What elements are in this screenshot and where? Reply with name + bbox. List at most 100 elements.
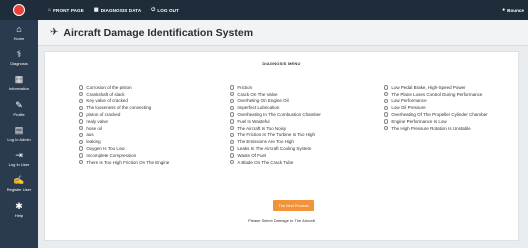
option-label: Fuel Is Wasteful [237,118,270,124]
damage-option[interactable]: Crankshaft of slack [79,91,169,98]
option-label: piston of cracked [86,112,121,118]
damage-option[interactable]: Low Performance [384,98,488,105]
damage-option[interactable]: Engine Performance Is Low [384,118,488,125]
option-radio[interactable] [79,105,84,110]
option-radio[interactable] [230,92,235,97]
damage-option[interactable]: Key valve of cracked [79,98,169,105]
option-label: Low Pedal Brake, High-Speed Power [391,84,466,90]
sidebar-item-register-user[interactable]: ✍ Register User [0,172,38,197]
damage-option[interactable]: aus [79,132,169,139]
damage-option[interactable]: The High Pressure Rotation Is Unstable [384,125,488,132]
option-radio[interactable] [384,92,389,97]
option-radio[interactable] [230,159,235,165]
sidebar-item-help[interactable]: ✱ Help [0,197,38,222]
option-radio[interactable] [230,98,235,104]
option-radio[interactable] [79,125,84,131]
option-label: The Friction In The Turbine Is Too High [237,132,316,138]
damage-option[interactable]: Corrosion of the piston [79,84,169,91]
option-radio[interactable] [79,139,84,144]
logo[interactable] [0,0,38,20]
option-radio[interactable] [230,112,235,117]
option-radio[interactable] [79,132,84,138]
option-radio[interactable] [230,119,235,124]
options-column-2: Friction Crack On The Valve Overheting On … [230,84,321,166]
option-radio[interactable] [79,92,84,97]
nav-diagnosis-data[interactable]: ▦ DIAGNOSIS DATA [94,7,141,13]
damage-option[interactable]: leaking [79,138,169,145]
damage-option[interactable]: Overheating In The Combustion Chamber [230,111,321,118]
damage-option[interactable]: Low Pedal Brake, High-Speed Power [384,84,488,91]
option-radio[interactable] [79,119,84,124]
option-label: The Emissions Are Too High [237,139,294,145]
help-icon: ✱ [15,200,23,211]
damage-option[interactable]: Waste Of Fuel [230,152,321,159]
option-label: Imperfect Lubrication [237,105,280,111]
option-label: Leaks In The Aircraft Cooling System [237,146,312,152]
option-radio[interactable] [79,98,84,104]
damage-option[interactable]: Incomplete Compression [79,152,169,159]
option-radio[interactable] [384,125,389,131]
option-radio[interactable] [384,119,389,124]
damage-option[interactable]: Leaks In The Aircraft Cooling System [230,145,321,152]
damage-option[interactable]: The looseness of the connecting [79,104,169,111]
damage-option[interactable]: realy valve [79,118,169,125]
sidebar-item-label: Profile [13,111,25,117]
damage-option[interactable]: piston of cracked [79,111,169,118]
option-label: Key valve of cracked [86,98,128,104]
option-radio[interactable] [79,85,84,90]
sidebar-item-home[interactable]: ⌂ Home [0,20,38,45]
damage-option[interactable]: The Friction In The Turbine Is Too High [230,132,321,139]
option-radio[interactable] [230,139,235,144]
damage-option[interactable]: Fuel Is Wasteful [230,118,321,125]
table-icon: ▤ [14,124,24,135]
grid-icon: ▦ [14,74,24,85]
damage-option[interactable]: Low Oil Pressure [384,104,488,111]
damage-option[interactable]: Oxygen Is Too Low [79,145,169,152]
option-radio[interactable] [230,85,235,90]
damage-option[interactable]: The Aircraft Is Too Noisy [230,125,321,132]
option-radio[interactable] [384,85,389,90]
damage-option[interactable]: The Plane Loses Control During Performan… [384,91,488,98]
sidebar-item-information[interactable]: ▦ Information [0,71,38,96]
option-radio[interactable] [79,159,84,165]
damage-option[interactable]: Overheting On Engine Oil [230,98,321,105]
sidebar-item-login-user[interactable]: ⇥ Log In User [0,146,38,171]
damage-option[interactable]: hose oil [79,125,169,132]
next-process-button[interactable]: The Next Process [273,200,314,211]
sidebar-item-label: Information [8,86,29,92]
option-radio[interactable] [230,125,235,131]
option-radio[interactable] [79,146,84,151]
damage-option[interactable]: A Blade On The Crack Tube [230,159,321,166]
option-label: Incomplete Compression [86,152,137,158]
sidebar-item-diagnosis[interactable]: ⚕ Diagnosis [0,45,38,70]
option-label: A Blade On The Crack Tube [237,159,294,165]
sidebar-item-label: Help [14,212,24,218]
register-icon: ✍ [13,175,25,186]
user-menu[interactable]: ● Bounce [502,7,524,13]
option-radio[interactable] [230,105,235,110]
sidebar-item-profile[interactable]: ✎ Profile [0,96,38,121]
option-radio[interactable] [230,146,235,151]
option-radio[interactable] [230,132,235,138]
damage-option[interactable]: The Emissions Are Too High [230,138,321,145]
user-name: Bounce [507,7,524,13]
nav-diagnosis-data-label: DIAGNOSIS DATA [100,7,142,13]
option-radio[interactable] [79,153,84,158]
option-radio[interactable] [384,98,389,104]
damage-option[interactable]: Friction [230,84,321,91]
option-radio[interactable] [79,112,84,117]
sidebar-item-label: Home [13,35,25,41]
option-label: Friction [237,84,253,90]
option-radio[interactable] [384,105,389,110]
damage-option[interactable]: There Is Too High Friction On The Engine [79,159,169,166]
damage-option[interactable]: Crack On The Valve [230,91,321,98]
option-radio[interactable] [230,153,235,158]
nav-log-out[interactable]: ⏻ LOG OUT [151,7,179,13]
option-radio[interactable] [384,112,389,117]
damage-option[interactable]: Imperfect Lubrication [230,104,321,111]
nav-front-page[interactable]: ⌂ FRONT PAGE [48,7,84,13]
damage-option[interactable]: Overheating Of The Propeller Cylinder Ch… [384,111,488,118]
sidebar-item-login-admin[interactable]: ▤ Log In Admin [0,121,38,146]
option-label: The High Pressure Rotation Is Unstable [391,125,471,131]
option-label: The Aircraft Is Too Noisy [237,125,287,131]
